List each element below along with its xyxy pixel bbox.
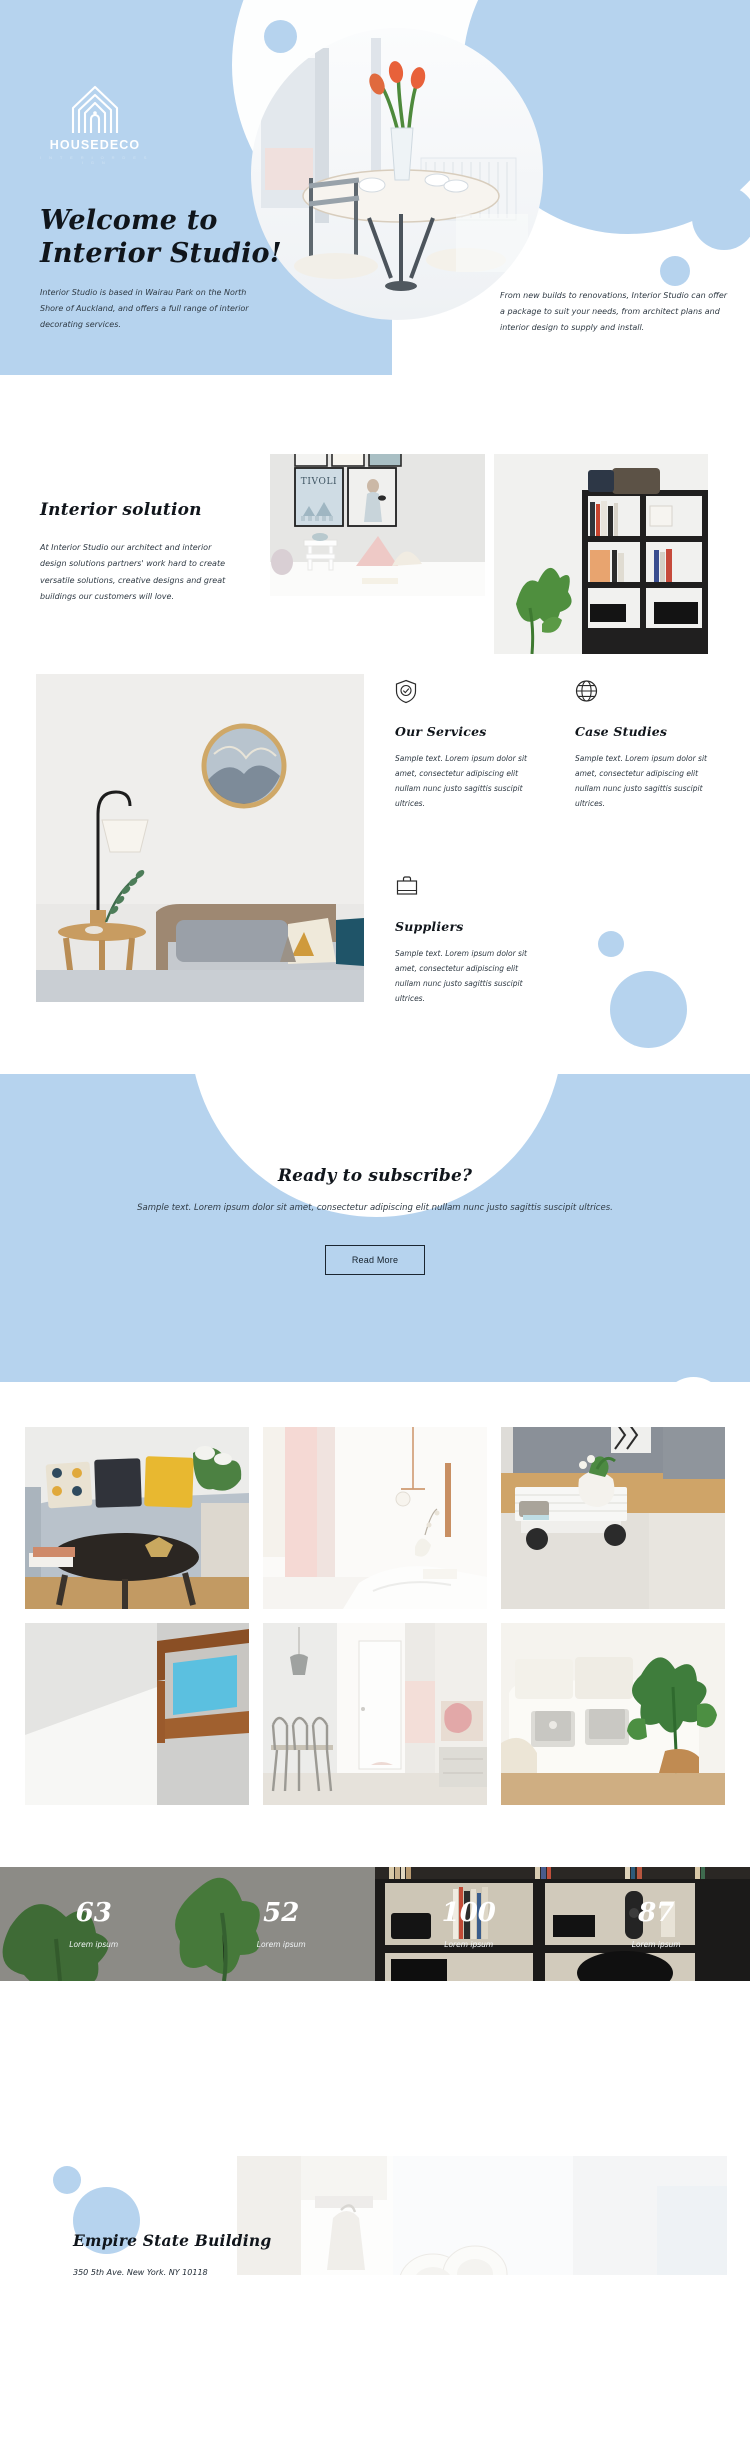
- counter-label: Lorem ipsum: [256, 1939, 306, 1949]
- counter-item: 87 Lorem ipsum: [563, 1900, 750, 1949]
- subscribe-copy: Sample text. Lorem ipsum dolor sit amet,…: [137, 1203, 613, 1213]
- hero-copy-left: Interior Studio is based in Wairau Park …: [40, 288, 249, 329]
- gallery-item[interactable]: [263, 1427, 487, 1609]
- service-title: Our Services: [395, 724, 487, 739]
- gallery-row: [0, 1623, 750, 1805]
- counter-item: 52 Lorem ipsum: [188, 1900, 376, 1949]
- services-dot-decor-big: [610, 971, 687, 1048]
- brand-logo[interactable]: HOUSEDECO I N T E R I O R D E S I G N: [40, 83, 150, 165]
- hero-heading-line2: Interior Studio!: [40, 237, 282, 269]
- service-copy: Sample text. Lorem ipsum dolor sit amet,…: [395, 754, 527, 808]
- hero-dot-decor-c: [660, 256, 690, 286]
- shield-check-icon: [395, 679, 545, 708]
- counter-value: 52: [263, 1897, 300, 1928]
- gallery-item[interactable]: [25, 1427, 249, 1609]
- counters-list: 63 Lorem ipsum 52 Lorem ipsum 100 Lorem …: [0, 1867, 750, 1981]
- counter-label: Lorem ipsum: [444, 1939, 494, 1949]
- services-photo: [36, 674, 364, 1002]
- hero-photo: [251, 28, 543, 320]
- hero-section: HOUSEDECO I N T E R I O R D E S I G N We…: [0, 0, 750, 424]
- footer-contact-block: Empire State Building 350 5th Ave, New Y…: [73, 2231, 271, 2275]
- interior-solution-section: Interior solution At Interior Studio our…: [0, 424, 750, 664]
- gallery-item[interactable]: [263, 1623, 487, 1805]
- hero-dot-decor-b: [692, 186, 750, 250]
- hero-copy-right: From new builds to renovations, Interior…: [500, 291, 728, 332]
- footer-photo: [237, 2156, 727, 2275]
- svg-text:TIVOLI: TIVOLI: [301, 477, 337, 487]
- hero-heading-line1: Welcome to: [40, 205, 218, 236]
- counter-item: 100 Lorem ipsum: [375, 1900, 563, 1949]
- globe-icon: [575, 679, 725, 708]
- footer-dot-decor-small: [53, 2166, 81, 2194]
- gallery-item[interactable]: [25, 1623, 249, 1805]
- gallery-item[interactable]: [501, 1427, 725, 1609]
- subscribe-title: Ready to subscribe?: [277, 1166, 473, 1186]
- gallery-item[interactable]: [501, 1623, 725, 1805]
- services-dot-decor-small: [598, 931, 624, 957]
- service-copy: Sample text. Lorem ipsum dolor sit amet,…: [575, 754, 707, 808]
- counter-label: Lorem ipsum: [631, 1939, 681, 1949]
- subscribe-section: Ready to subscribe? Sample text. Lorem i…: [0, 1074, 750, 1382]
- counter-value: 63: [75, 1897, 112, 1928]
- read-more-button[interactable]: Read More: [324, 1244, 426, 1275]
- counter-value: 87: [638, 1897, 675, 1928]
- footer-address: 350 5th Ave, New York, NY 10118: [73, 2268, 208, 2275]
- counter-item: 63 Lorem ipsum: [0, 1900, 188, 1949]
- counter-value: 100: [441, 1897, 496, 1928]
- gallery-row: [0, 1427, 750, 1609]
- service-title: Suppliers: [395, 919, 464, 934]
- service-copy: Sample text. Lorem ipsum dolor sit amet,…: [395, 949, 527, 1003]
- solution-text-block: Interior solution At Interior Studio our…: [40, 500, 230, 606]
- solution-copy: At Interior Studio our architect and int…: [40, 543, 226, 602]
- footer-section: Empire State Building 350 5th Ave, New Y…: [0, 1981, 750, 2275]
- service-title: Case Studies: [575, 724, 668, 739]
- services-section: Our Services Sample text. Lorem ipsum do…: [0, 664, 750, 1074]
- service-card-case-studies[interactable]: Case Studies Sample text. Lorem ipsum do…: [575, 679, 725, 811]
- solution-image-posters: TIVOLI: [270, 454, 485, 596]
- service-card-our-services[interactable]: Our Services Sample text. Lorem ipsum do…: [395, 679, 545, 811]
- brand-tagline: I N T E R I O R D E S I G N: [40, 155, 150, 165]
- solution-image-bookshelf: [494, 454, 708, 654]
- hero-heading: Welcome to Interior Studio!: [40, 205, 340, 271]
- briefcase-icon: [395, 874, 545, 903]
- footer-title: Empire State Building: [73, 2231, 272, 2250]
- counters-section: 63 Lorem ipsum 52 Lorem ipsum 100 Lorem …: [0, 1867, 750, 1981]
- landing-page: HOUSEDECO I N T E R I O R D E S I G N We…: [0, 0, 750, 2275]
- gallery-section: [0, 1382, 750, 1867]
- hero-dot-decor-a: [264, 20, 297, 53]
- solution-title: Interior solution: [40, 500, 202, 520]
- counter-label: Lorem ipsum: [69, 1939, 119, 1949]
- brand-name: HOUSEDECO: [49, 138, 141, 152]
- service-card-suppliers[interactable]: Suppliers Sample text. Lorem ipsum dolor…: [395, 874, 545, 1006]
- house-outline-icon: [71, 85, 119, 133]
